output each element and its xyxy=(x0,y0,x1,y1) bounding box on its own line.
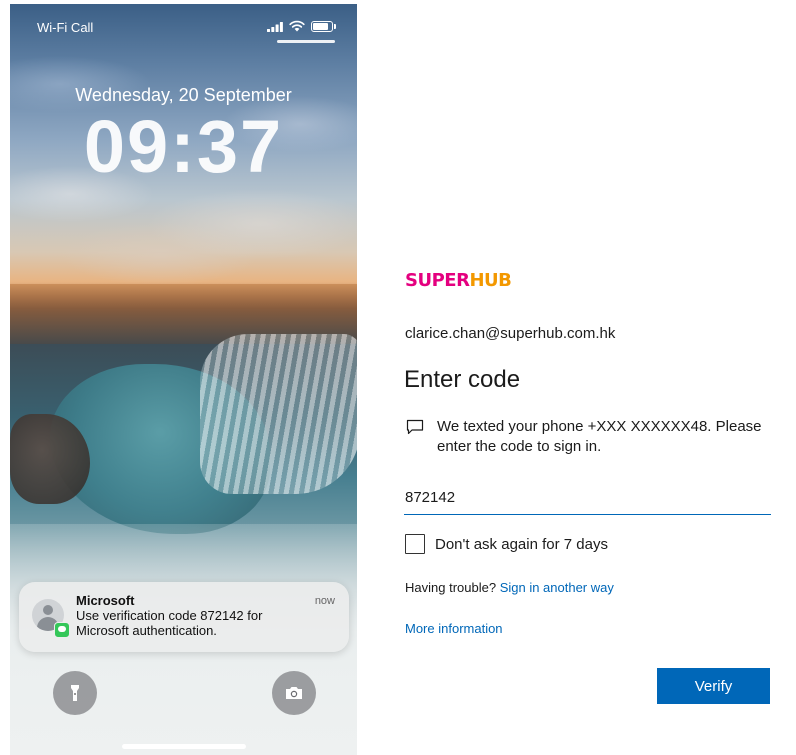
dont-ask-checkbox[interactable] xyxy=(405,534,425,554)
notification-body: Use verification code 872142 for Microso… xyxy=(76,608,263,638)
wifi-icon xyxy=(289,20,305,32)
control-center-indicator[interactable] xyxy=(277,40,335,43)
chat-icon xyxy=(406,419,424,435)
trouble-text: Having trouble? xyxy=(405,580,497,595)
camera-button[interactable] xyxy=(272,671,316,715)
lock-time: 09:37 xyxy=(83,105,284,188)
lock-date: Wednesday, 20 September xyxy=(75,85,292,105)
trouble-line: Having trouble? Sign in another way xyxy=(405,580,614,595)
notification-title: Microsoft xyxy=(76,593,135,608)
superhub-logo: SUPERHUB xyxy=(405,270,512,291)
notification-time: now xyxy=(314,595,335,607)
lock-screen: Wi-Fi Call Wednesday, 20 September 09:37… xyxy=(10,4,357,755)
battery-icon xyxy=(311,21,336,32)
wallpaper-waterfall xyxy=(200,334,357,494)
sms-notification[interactable]: Microsoft now Use verification code 8721… xyxy=(19,582,349,652)
camera-icon xyxy=(286,687,302,699)
signal-icon xyxy=(267,22,283,32)
page-title: Enter code xyxy=(404,366,521,393)
code-input[interactable] xyxy=(404,480,771,515)
more-information-link[interactable]: More information xyxy=(405,621,503,636)
flashlight-button[interactable] xyxy=(53,671,97,715)
account-email: clarice.chan@superhub.com.hk xyxy=(405,325,616,342)
verify-button[interactable]: Verify xyxy=(657,668,770,704)
instruction-text: We texted your phone +XXX XXXXXX48. Plea… xyxy=(437,418,762,455)
sign-in-another-way-link[interactable]: Sign in another way xyxy=(500,580,614,595)
dont-ask-label[interactable]: Don't ask again for 7 days xyxy=(435,536,608,553)
flashlight-icon xyxy=(71,685,79,701)
carrier-label: Wi-Fi Call xyxy=(37,20,94,35)
status-bar: Wi-Fi Call xyxy=(10,4,357,43)
home-indicator[interactable] xyxy=(122,744,246,749)
messages-badge-icon xyxy=(54,622,70,638)
